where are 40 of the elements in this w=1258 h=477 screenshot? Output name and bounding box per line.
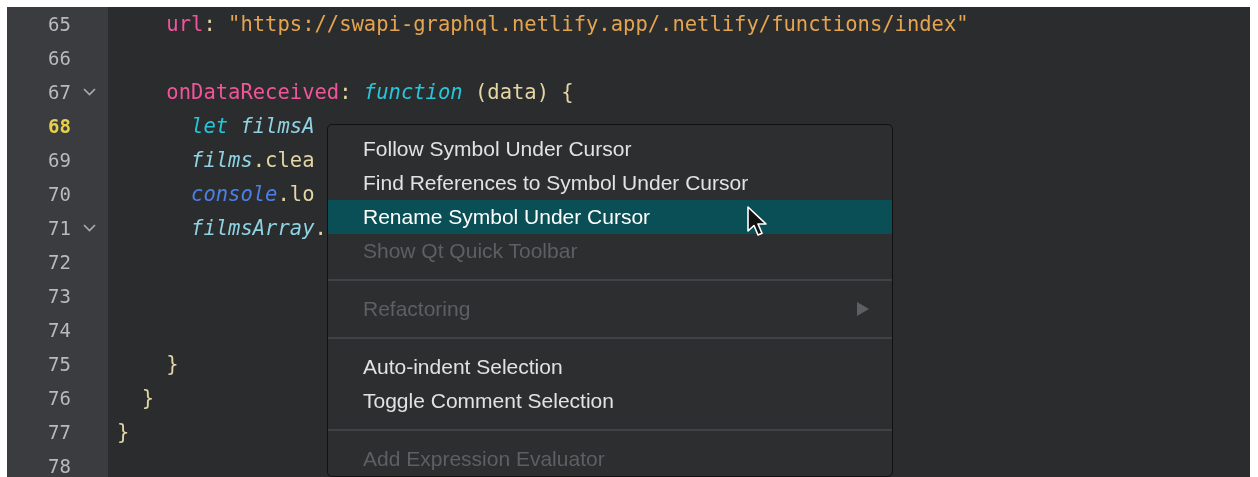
code-token: .clea [252, 148, 315, 172]
line-number: 74 [47, 319, 71, 341]
code-token: } [117, 420, 130, 444]
code-token: let [190, 114, 229, 138]
line-number: 77 [47, 421, 71, 443]
code-token: } [140, 386, 155, 410]
code-token: } [165, 352, 179, 376]
menu-item[interactable]: Toggle Comment Selection [328, 384, 892, 418]
code-token: function [363, 80, 463, 104]
line-number: 73 [47, 285, 71, 307]
menu-item[interactable]: Find References to Symbol Under Cursor [328, 166, 892, 200]
mouse-pointer-icon [746, 206, 768, 238]
code-token: onDataReceived [165, 80, 340, 104]
line-number: 78 [47, 455, 71, 477]
fold-chevron-icon[interactable] [83, 224, 96, 232]
line-number: 76 [47, 387, 71, 409]
menu-item[interactable]: Rename Symbol Under Cursor [328, 200, 892, 234]
line-number: 75 [47, 353, 71, 375]
line-number: 67 [47, 81, 71, 103]
code-token: filmsArray [190, 216, 315, 240]
code-token: . [314, 216, 327, 240]
code-token: console [190, 182, 278, 206]
line-number: 71 [47, 217, 71, 239]
menu-item[interactable]: Follow Symbol Under Cursor [328, 132, 892, 166]
line-number: 65 [47, 13, 71, 35]
line-number: 68 [47, 115, 71, 137]
code-token: : [203, 12, 217, 36]
line-number: 69 [47, 149, 71, 171]
line-number: 66 [47, 47, 71, 69]
fold-chevron-icon[interactable] [83, 88, 96, 96]
code-token: : [339, 80, 353, 104]
code-token: filmsA [239, 114, 315, 138]
line-number: 70 [47, 183, 71, 205]
code-token: (data) { [473, 80, 574, 104]
code-token: films [190, 148, 253, 172]
code-token: .lo [277, 182, 315, 206]
code-token: "https://swapi-graphql.netlify.app/.netlify/functions/index" [228, 12, 969, 36]
menu-item[interactable]: Auto-indent Selection [328, 350, 892, 384]
code-token: url [165, 12, 204, 36]
line-number: 72 [47, 251, 71, 273]
